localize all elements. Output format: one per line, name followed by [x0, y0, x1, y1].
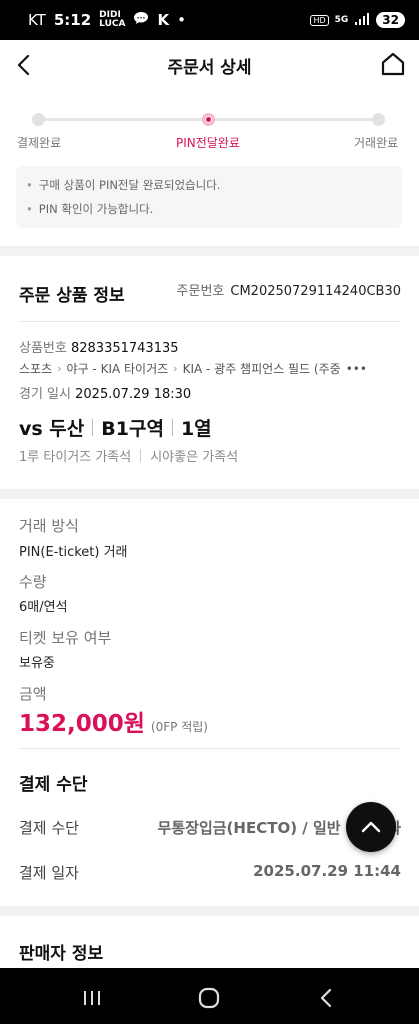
- product-number: 상품번호 8283351743135: [19, 341, 179, 356]
- payment-date-value: 2025.07.29 11:44: [253, 862, 401, 880]
- step-label-paid: 결제완료: [17, 136, 62, 150]
- breadcrumb-item[interactable]: KIA - 광주 챔피언스 필드 (주중: [183, 360, 341, 377]
- order-number-value: CM20250729114240CB30: [230, 284, 401, 299]
- battery-indicator: 32: [376, 12, 405, 28]
- app-k-icon: K: [157, 11, 170, 29]
- step-dot-pin-delivered: [202, 113, 215, 126]
- network-label: 5G: [334, 15, 349, 25]
- section-divider: [0, 246, 419, 256]
- seat-section: B1구역: [101, 418, 164, 440]
- more-icon[interactable]: •••: [346, 362, 367, 376]
- chevron-right-icon: ›: [57, 362, 62, 375]
- signal-icon: [354, 12, 370, 29]
- step-label-pin-delivered: PIN전달완료: [176, 136, 240, 150]
- ticket-holding-label: 티켓 보유 여부: [19, 629, 112, 647]
- step-dot-complete: [372, 113, 385, 126]
- amount-value: 132,000원 (0FP 적립): [19, 711, 208, 737]
- chevron-up-icon: [361, 821, 381, 833]
- recent-apps-icon[interactable]: [80, 986, 104, 1010]
- amount-label: 금액: [19, 685, 47, 703]
- match-opponent: vs 두산: [19, 418, 85, 440]
- quantity-label: 수량: [19, 573, 47, 591]
- section-divider: [0, 489, 419, 499]
- quantity-value: 6매/연석: [19, 600, 68, 615]
- back-nav-icon[interactable]: [314, 986, 338, 1010]
- row-divider: [19, 321, 401, 322]
- scroll-top-button[interactable]: [346, 802, 396, 852]
- breadcrumb-item[interactable]: 야구 - KIA 타이거즈: [67, 360, 169, 377]
- pin-notice-box: • 구매 상품이 PIN전달 완료되었습니다. • PIN 확인이 가능합니다.: [16, 166, 402, 228]
- chat-icon: •••: [133, 11, 149, 29]
- app-badge-icon: DIDI LUCA: [99, 10, 126, 29]
- seat-tag: 1루 타이거즈 가족석: [19, 450, 132, 465]
- hd-icon: HD: [310, 14, 329, 26]
- home-nav-icon[interactable]: [197, 986, 221, 1010]
- order-info-title: 주문 상품 정보: [19, 286, 125, 306]
- step-dot-paid: [32, 113, 45, 126]
- chevron-right-icon: ›: [173, 362, 178, 375]
- notice-line: PIN 확인이 가능합니다.: [38, 202, 154, 216]
- match-seat-info: vs 두산 B1구역 1열: [19, 414, 212, 441]
- points-earned: (0FP 적립): [150, 720, 208, 734]
- payment-method-label: 결제 수단: [19, 819, 79, 837]
- game-date: 경기 일시 2025.07.29 18:30: [19, 387, 192, 402]
- status-bar: KT 5:12 DIDI LUCA ••• K • HD 5G 32: [0, 0, 419, 40]
- system-nav-bar: [0, 968, 419, 1024]
- section-divider: [0, 906, 419, 916]
- trade-method-label: 거래 방식: [19, 517, 79, 535]
- carrier: KT: [28, 11, 46, 29]
- clock: 5:12: [53, 11, 92, 29]
- notice-line: 구매 상품이 PIN전달 완료되었습니다.: [38, 178, 221, 192]
- payment-title: 결제 수단: [19, 775, 88, 795]
- breadcrumb: 스포츠 › 야구 - KIA 타이거즈 › KIA - 광주 챔피언스 필드 (…: [19, 360, 379, 377]
- home-icon[interactable]: [379, 50, 407, 78]
- ticket-holding-value: 보유중: [19, 656, 55, 671]
- order-progress: 결제완료 PIN전달완료 거래완료: [0, 108, 419, 158]
- back-arrow-icon[interactable]: [12, 52, 38, 78]
- page-title: 주문서 상세: [167, 57, 252, 78]
- order-number: 주문번호 CM20250729114240CB30: [176, 284, 401, 299]
- notification-dot-icon: •: [177, 11, 186, 29]
- payment-date-label: 결제 일자: [19, 864, 79, 882]
- seat-tag: 시야좋은 가족석: [150, 450, 239, 465]
- trade-method-value: PIN(E-ticket) 거래: [19, 545, 128, 560]
- seat-tags: 1루 타이거즈 가족석 시야좋은 가족석: [19, 446, 238, 465]
- breadcrumb-item[interactable]: 스포츠: [19, 360, 52, 377]
- svg-text:•••: •••: [137, 16, 146, 22]
- seat-row: 1열: [180, 418, 212, 440]
- seller-info-title: 판매자 정보: [19, 944, 104, 964]
- app-header: 주문서 상세: [0, 40, 419, 90]
- row-divider: [19, 748, 401, 749]
- step-label-complete: 거래완료: [354, 136, 399, 150]
